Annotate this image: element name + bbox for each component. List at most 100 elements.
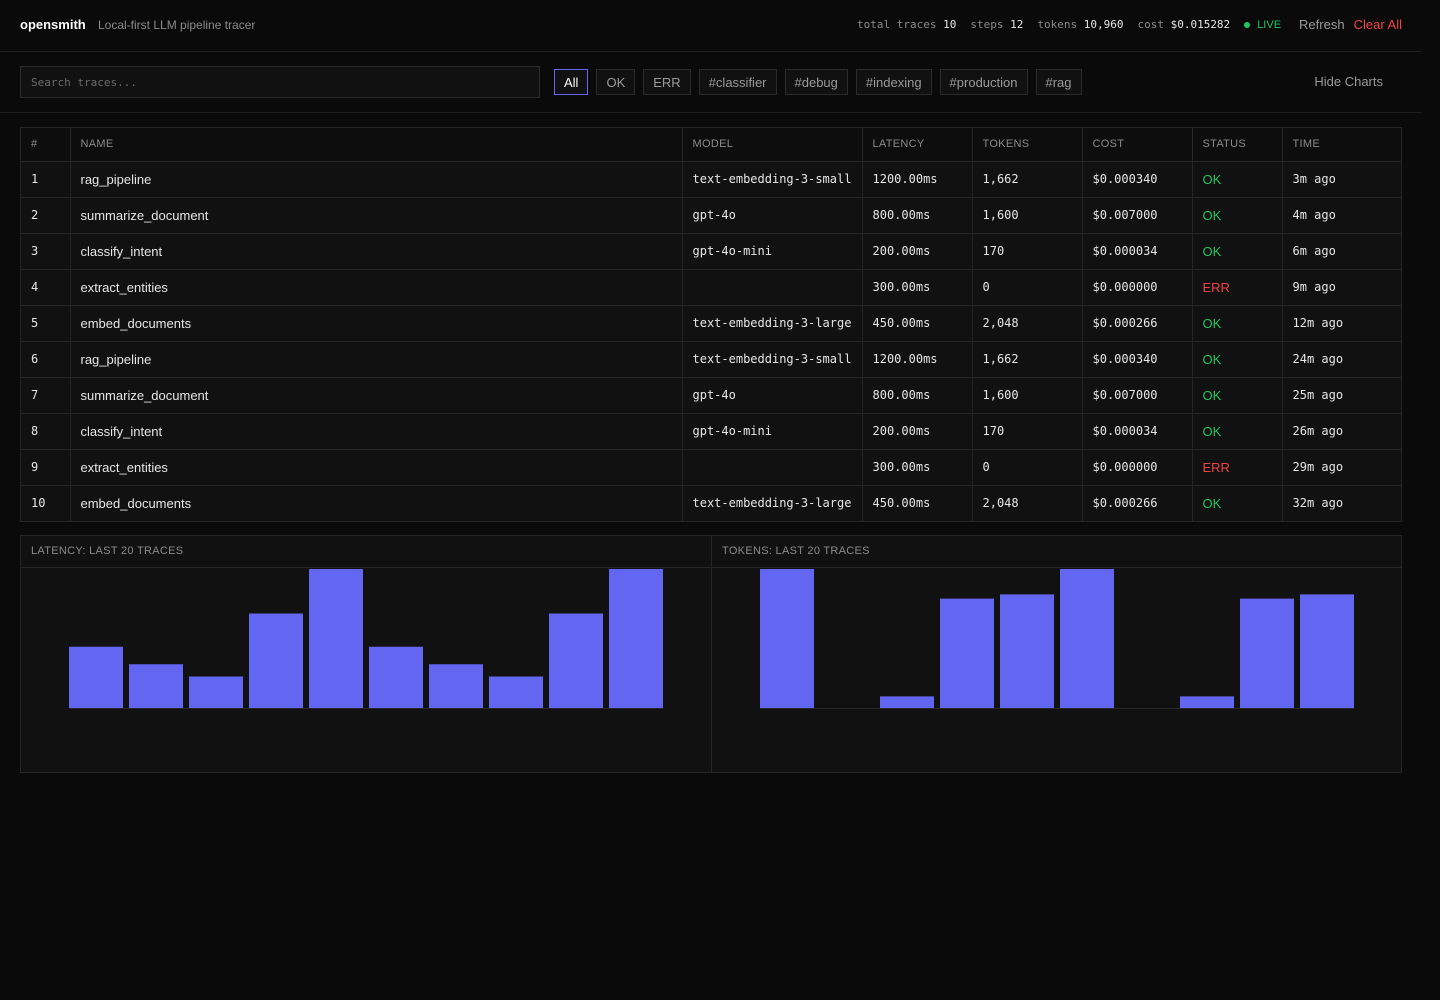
refresh-button[interactable]: Refresh [1299, 17, 1345, 32]
table-row[interactable]: 4 extract_entities 300.00ms 0 $0.000000 ERR 9m… [21, 269, 1401, 306]
filter-chip-err[interactable]: ERR [643, 69, 691, 95]
cell-time: 9m ago [1282, 269, 1401, 306]
cell-status: OK [1192, 161, 1283, 198]
latency-chart-bar[interactable] [189, 676, 243, 709]
cell-status: OK [1192, 485, 1283, 521]
toolbar: All OK ERR #classifier #debug #indexing #produ… [0, 53, 1421, 113]
cell-status: OK [1192, 233, 1283, 270]
brand-logo: opensmith [20, 17, 86, 32]
tokens-chart-bar[interactable] [1060, 569, 1114, 708]
tokens-chart-bar[interactable] [880, 696, 934, 708]
cell-time: 26m ago [1282, 413, 1401, 450]
filter-chip-indexing[interactable]: #indexing [855, 69, 932, 95]
table-row[interactable]: 3 classify_intent gpt-4o-mini 200.00ms 170 $0… [21, 233, 1401, 270]
tokens-chart-bar[interactable] [940, 598, 994, 708]
table-row[interactable]: 7 summarize_document gpt-4o 800.00ms 1,600 $0… [21, 377, 1401, 414]
cell-latency: 1200.00ms [862, 161, 973, 198]
cell-name: summarize_document [70, 197, 683, 234]
table-row[interactable]: 6 rag_pipeline text-embedding-3-small 1200.… [21, 341, 1401, 378]
latency-chart-bar[interactable] [429, 664, 483, 708]
cell-model: text-embedding-3-large [682, 485, 863, 521]
cell-model: gpt-4o [682, 377, 863, 414]
stat-cost: cost $0.015282 [1137, 18, 1231, 31]
cell-model [682, 269, 863, 306]
column-header: COST [1082, 128, 1193, 162]
cell-time: 4m ago [1282, 197, 1401, 234]
latency-chart-bar[interactable] [129, 664, 183, 708]
cell-tokens: 0 [972, 269, 1083, 306]
cell-model: text-embedding-3-large [682, 305, 863, 342]
live-dot-icon [1244, 21, 1251, 28]
cell-cost: $0.000340 [1082, 341, 1193, 378]
latency-chart-bar[interactable] [609, 569, 663, 708]
cell-name: rag_pipeline [70, 161, 683, 198]
tokens-chart-bar[interactable] [1180, 696, 1234, 708]
clear-all-button[interactable]: Clear All [1354, 17, 1402, 32]
cell-time: 25m ago [1282, 377, 1401, 414]
tokens-chart-panel: TOKENS: LAST 20 TRACES [711, 536, 1401, 772]
cell-latency: 200.00ms [862, 233, 973, 270]
table-row[interactable]: 5 embed_documents text-embedding-3-large 45… [21, 305, 1401, 342]
cell-model: gpt-4o [682, 197, 863, 234]
cell-tokens: 1,662 [972, 161, 1083, 198]
latency-chart-bar[interactable] [69, 646, 123, 708]
cell-id: 9 [21, 449, 71, 486]
cell-name: rag_pipeline [70, 341, 683, 378]
latency-chart-bar[interactable] [369, 646, 423, 708]
search-input[interactable] [20, 66, 540, 98]
filter-chip-rag[interactable]: #rag [1035, 69, 1082, 95]
filter-chip-ok[interactable]: OK [596, 69, 636, 95]
filter-chip-classifier[interactable]: #classifier [698, 69, 777, 95]
filter-chip-production[interactable]: #production [939, 69, 1028, 95]
column-header: LATENCY [862, 128, 973, 162]
filter-chip-debug[interactable]: #debug [784, 69, 848, 95]
app-header: opensmith Local-first LLM pipeline trace… [0, 0, 1421, 52]
table-row[interactable]: 10 embed_documents text-embedding-3-large 4… [21, 485, 1401, 521]
tokens-chart-bar[interactable] [1240, 598, 1294, 708]
cell-id: 2 [21, 197, 71, 234]
tokens-chart-bar[interactable] [760, 569, 814, 708]
cell-cost: $0.000034 [1082, 233, 1193, 270]
traces-table: # NAME MODEL LATENCY TOKENS COST STATUS TIME 1r… [20, 127, 1402, 522]
cell-cost: $0.007000 [1082, 197, 1193, 234]
app-tagline: Local-first LLM pipeline tracer [98, 18, 256, 32]
cell-latency: 450.00ms [862, 305, 973, 342]
column-header: STATUS [1192, 128, 1283, 162]
latency-chart-bar[interactable] [489, 676, 543, 709]
cell-id: 10 [21, 485, 71, 521]
cell-time: 24m ago [1282, 341, 1401, 378]
table-row[interactable]: 2 summarize_document gpt-4o 800.00ms 1,600 $0… [21, 197, 1401, 234]
table-row[interactable]: 9 extract_entities 300.00ms 0 $0.000000 ERR 29… [21, 449, 1401, 486]
cell-latency: 1200.00ms [862, 341, 973, 378]
cell-time: 3m ago [1282, 161, 1401, 198]
live-indicator: LIVE [1244, 19, 1281, 31]
cell-id: 4 [21, 269, 71, 306]
filter-chip-all[interactable]: All [554, 69, 589, 95]
latency-chart-bar[interactable] [309, 569, 363, 708]
cell-cost: $0.000266 [1082, 305, 1193, 342]
tokens-chart [760, 569, 1354, 709]
table-row[interactable]: 8 classify_intent gpt-4o-mini 200.00ms 170 $0… [21, 413, 1401, 450]
column-header: TOKENS [972, 128, 1083, 162]
cell-latency: 800.00ms [862, 197, 973, 234]
cell-cost: $0.000000 [1082, 449, 1193, 486]
tokens-chart-title: TOKENS: LAST 20 TRACES [712, 536, 1401, 568]
cell-cost: $0.000266 [1082, 485, 1193, 521]
cell-status: ERR [1192, 269, 1283, 306]
filter-chips: All OK ERR #classifier #debug #indexing #produ… [554, 69, 1090, 95]
cell-name: extract_entities [70, 449, 683, 486]
hide-charts-button[interactable]: Hide Charts [1314, 74, 1383, 89]
cell-id: 3 [21, 233, 71, 270]
tokens-chart-bar[interactable] [1300, 594, 1354, 708]
tokens-chart-bar[interactable] [1000, 594, 1054, 708]
cell-model: gpt-4o-mini [682, 233, 863, 270]
latency-chart-bar[interactable] [249, 613, 303, 709]
cell-latency: 200.00ms [862, 413, 973, 450]
table-row[interactable]: 1 rag_pipeline text-embedding-3-small 1200.… [21, 161, 1401, 198]
cell-cost: $0.007000 [1082, 377, 1193, 414]
cell-cost: $0.000000 [1082, 269, 1193, 306]
column-header: # [21, 128, 71, 162]
latency-chart-bar[interactable] [549, 613, 603, 709]
latency-chart [69, 569, 663, 709]
cell-name: embed_documents [70, 305, 683, 342]
